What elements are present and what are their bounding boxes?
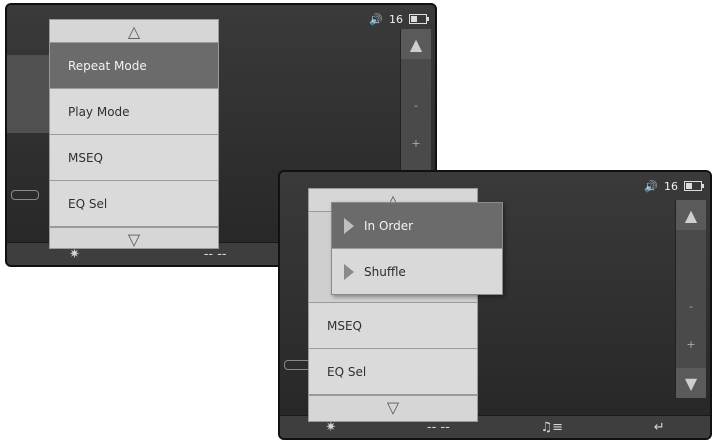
volume-minus-label: - bbox=[414, 99, 418, 112]
volume-value: 16 bbox=[664, 179, 678, 193]
volume-scrollbar[interactable]: ▲ - + ▼ bbox=[675, 200, 706, 398]
menu-item-eq-sel[interactable]: EQ Sel bbox=[50, 181, 218, 227]
submenu-item-in-order[interactable]: In Order bbox=[332, 203, 502, 249]
triangle-right-icon bbox=[344, 217, 354, 234]
volume-plus-label: + bbox=[411, 137, 421, 150]
menu-item-mseq[interactable]: MSEQ bbox=[309, 303, 477, 349]
triangle-right-icon bbox=[344, 263, 354, 280]
menu-item-eq-sel[interactable]: EQ Sel bbox=[309, 349, 477, 395]
battery-icon bbox=[409, 14, 429, 24]
scroll-up-button[interactable]: ▲ bbox=[401, 29, 431, 59]
back-icon[interactable]: ↵ bbox=[654, 420, 665, 435]
volume-scrollbar[interactable]: ▲ - + bbox=[400, 29, 431, 179]
triangle-down-icon: ▼ bbox=[684, 373, 698, 393]
menu-down-arrow[interactable]: ▽ bbox=[50, 227, 218, 250]
battery-icon bbox=[684, 181, 704, 191]
speaker-icon: 🔊 bbox=[644, 179, 658, 193]
scroll-down-button[interactable]: ▼ bbox=[676, 368, 706, 398]
menu-item-play-mode[interactable]: Play Mode bbox=[50, 89, 218, 135]
submenu-item-label: In Order bbox=[364, 218, 414, 233]
status-bar: 🔊 16 bbox=[369, 11, 429, 27]
device-screen-2: 🔊 16 ▲ - + ▼ ✷ -- -- ♫≡ ↵ △ MSEQ EQ Sel … bbox=[278, 170, 712, 440]
settings-menu: △ Repeat Mode Play Mode MSEQ EQ Sel ▽ bbox=[49, 19, 219, 249]
speaker-icon: 🔊 bbox=[369, 12, 383, 26]
triangle-up-icon: ▲ bbox=[409, 34, 423, 54]
volume-value: 16 bbox=[389, 12, 403, 26]
menu-up-arrow[interactable]: △ bbox=[50, 20, 218, 43]
submenu-item-label: Shuffle bbox=[364, 264, 406, 279]
playlist-icon[interactable]: ♫≡ bbox=[540, 420, 563, 435]
triangle-up-icon: ▲ bbox=[684, 205, 698, 225]
status-bar: 🔊 16 bbox=[644, 178, 704, 194]
submenu-item-shuffle[interactable]: Shuffle bbox=[332, 249, 502, 294]
menu-item-repeat-mode[interactable]: Repeat Mode bbox=[50, 43, 218, 89]
menu-item-mseq[interactable]: MSEQ bbox=[50, 135, 218, 181]
volume-minus-label: - bbox=[689, 300, 693, 313]
progress-indicator bbox=[11, 190, 39, 200]
left-panel bbox=[7, 55, 55, 133]
menu-down-arrow[interactable]: ▽ bbox=[309, 395, 477, 418]
scroll-up-button[interactable]: ▲ bbox=[676, 200, 706, 230]
play-mode-submenu: In Order Shuffle bbox=[331, 202, 503, 295]
volume-plus-label: + bbox=[686, 338, 696, 351]
